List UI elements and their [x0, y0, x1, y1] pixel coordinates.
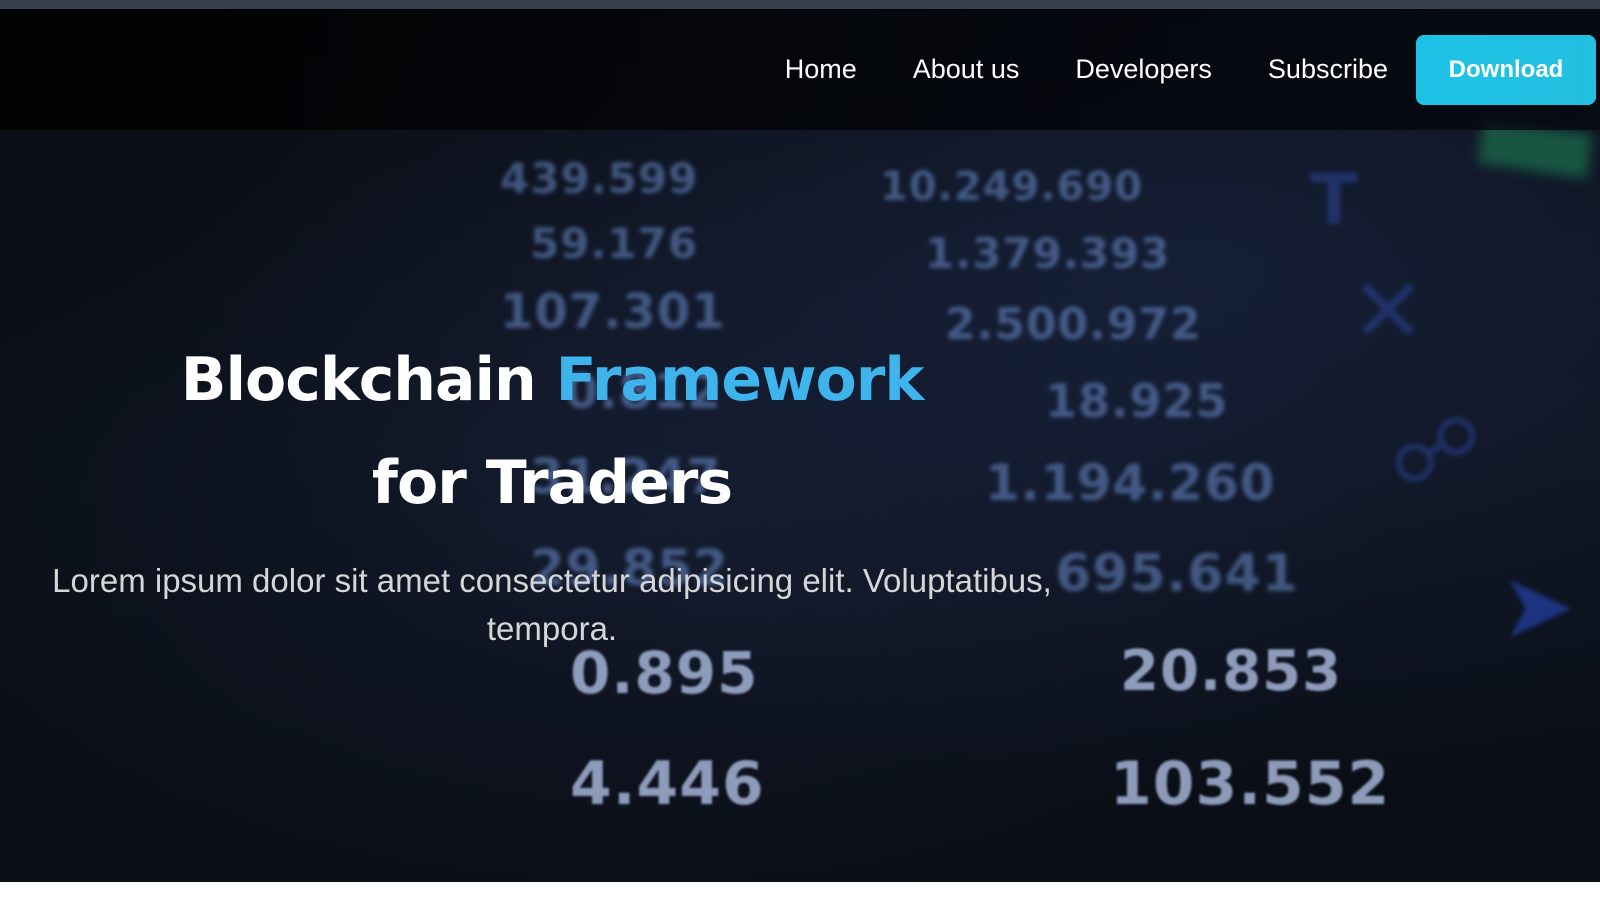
window-top-strip	[0, 0, 1600, 9]
background-arrow-icon: ➤	[1500, 554, 1576, 659]
background-number: 4.446	[570, 749, 765, 819]
nav-link-about-us[interactable]: About us	[913, 54, 1020, 85]
background-symbol-icon: ☍	[1390, 399, 1482, 504]
nav-links: Home About us Developers Subscribe	[785, 54, 1416, 85]
background-number: 439.599	[500, 154, 699, 203]
background-number: 59.176	[530, 219, 699, 268]
background-number: 10.249.690	[880, 164, 1144, 210]
hero-title-line-2: for Traders	[371, 448, 733, 518]
top-navbar: Home About us Developers Subscribe Downl…	[0, 9, 1600, 130]
background-symbol-icon: T	[1310, 159, 1358, 241]
nav-link-subscribe[interactable]: Subscribe	[1268, 54, 1388, 85]
page-bottom-strip	[0, 882, 1600, 900]
nav-link-home[interactable]: Home	[785, 54, 857, 85]
hero-subtitle: Lorem ipsum dolor sit amet consectetur a…	[52, 562, 1052, 647]
hero-title-accent: Framework	[555, 345, 925, 415]
hero-title-word: Blockchain	[180, 345, 537, 415]
hero-background: 439.599 59.176 107.301 0.812 31.247 29.8…	[0, 9, 1600, 882]
nav-link-developers[interactable]: Developers	[1075, 54, 1212, 85]
background-number: 103.552	[1110, 749, 1391, 819]
download-button[interactable]: Download	[1416, 34, 1596, 105]
background-number: 1.379.393	[925, 229, 1171, 278]
background-number: 20.853	[1120, 639, 1343, 704]
hero-title-line-1: Blockchain Framework	[0, 329, 1104, 432]
background-symbol-icon: ✕	[1350, 259, 1426, 364]
hero-heading: Blockchain Framework for Traders	[0, 329, 1104, 535]
